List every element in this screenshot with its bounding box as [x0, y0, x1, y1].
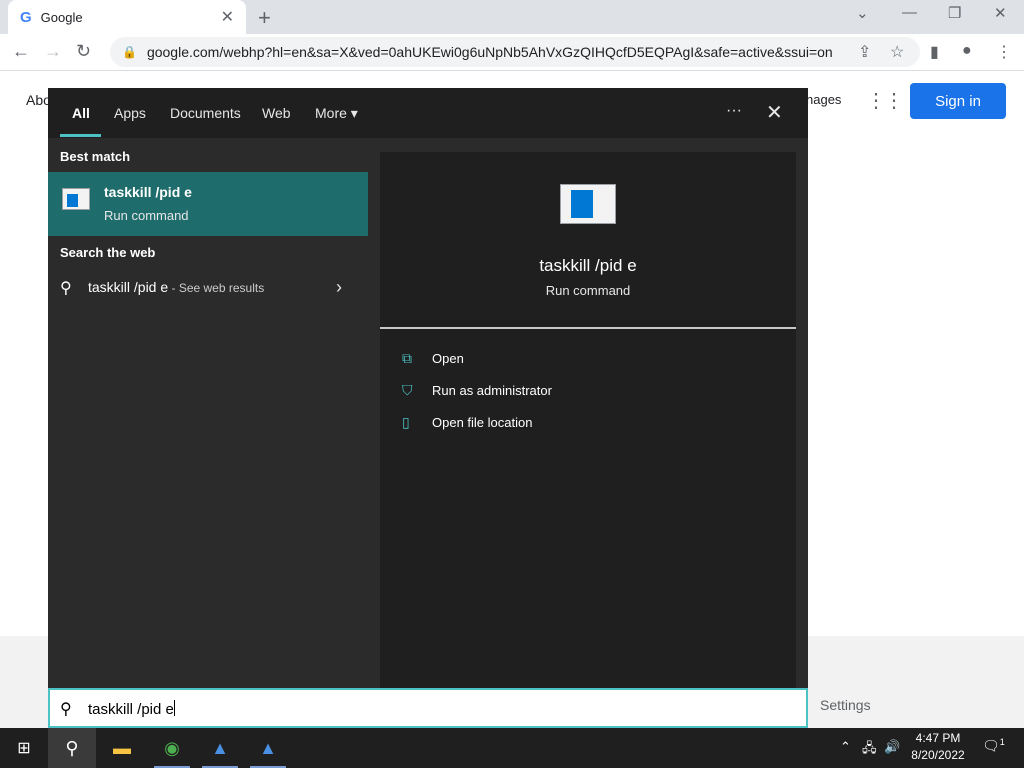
browser-toolbar: ← → ↻ 🔒 google.com/webhp?hl=en&sa=X&ved=…: [0, 34, 1024, 71]
open-icon: ⧉: [402, 349, 412, 366]
windows-logo-icon: ⊞: [17, 740, 31, 757]
reload-icon[interactable]: ↻: [76, 41, 91, 62]
chevron-right-icon[interactable]: ›: [336, 277, 342, 298]
url-text[interactable]: google.com/webhp?hl=en&sa=X&ved=0ahUKEwi…: [147, 44, 833, 60]
side-panel-icon[interactable]: ▮: [930, 42, 939, 62]
results-list: Best match taskkill /pid e Run command S…: [48, 138, 368, 728]
app-button-1[interactable]: ▲: [196, 728, 244, 768]
chrome-button[interactable]: ◉: [148, 728, 196, 768]
search-filter-bar: All Apps Documents Web More ▾ ··· ✕: [48, 88, 808, 138]
notification-center-icon[interactable]: 🗨1: [982, 737, 1005, 755]
action-run-as-admin[interactable]: ⛉ Run as administrator: [402, 378, 552, 402]
forward-arrow-icon[interactable]: →: [44, 41, 62, 62]
new-tab-button[interactable]: +: [258, 5, 271, 31]
run-command-large-icon: [560, 184, 616, 224]
sailboat-app-icon: ▲: [211, 737, 229, 758]
tab-more-label: More: [315, 105, 347, 121]
active-tab-indicator: [60, 134, 101, 137]
best-match-heading: Best match: [60, 149, 131, 164]
search-input-text[interactable]: taskkill /pid e: [88, 700, 175, 718]
action-open-label: Open: [432, 350, 464, 366]
best-match-subtitle: Run command: [104, 208, 189, 223]
detail-title: taskkill /pid e: [539, 256, 637, 275]
restore-icon[interactable]: ❐: [948, 4, 961, 22]
web-result-item[interactable]: ⚲ taskkill /pid e - See web results ›: [48, 272, 368, 304]
shield-icon: ⛉: [402, 381, 413, 398]
close-window-icon[interactable]: ✕: [994, 4, 1007, 22]
search-button[interactable]: ⚲: [48, 728, 96, 768]
best-match-title: taskkill /pid e: [104, 184, 192, 200]
tab-documents[interactable]: Documents: [170, 105, 241, 121]
menu-kebab-icon[interactable]: ⋮: [996, 42, 1012, 62]
address-bar[interactable]: 🔒 google.com/webhp?hl=en&sa=X&ved=0ahUKE…: [110, 37, 920, 67]
chevron-up-icon[interactable]: ⌃: [840, 739, 851, 755]
system-clock[interactable]: 4:47 PM 8/20/2022: [900, 731, 976, 762]
clock-date: 8/20/2022: [911, 748, 965, 762]
volume-icon[interactable]: 🔊: [884, 739, 900, 755]
search-icon: ⚲: [60, 280, 72, 297]
chevron-down-icon: ▾: [350, 105, 358, 121]
lock-icon[interactable]: 🔒: [122, 45, 137, 59]
clock-time: 4:47 PM: [915, 731, 961, 745]
tab-web[interactable]: Web: [262, 105, 291, 121]
taskbar: ⊞ ⚲ ▬ ◉ ▲ ▲ ⌃ 🖧 🔊 4:47 PM 8/20/2022 🗨1: [0, 728, 1024, 768]
divider: [380, 327, 796, 329]
file-location-icon: ▯: [402, 413, 410, 430]
app-button-2[interactable]: ▲: [244, 728, 292, 768]
web-hint: - See web results: [168, 281, 265, 295]
browser-tab-google[interactable]: G Google ✕: [8, 0, 246, 34]
profile-avatar-icon[interactable]: ●: [962, 42, 972, 60]
action-open[interactable]: ⧉ Open: [402, 346, 464, 370]
minimize-icon[interactable]: —: [902, 4, 917, 21]
tab-search-chevron-icon[interactable]: ⌄: [856, 4, 869, 22]
sailboat-app-icon: ▲: [259, 737, 277, 758]
search-web-heading: Search the web: [60, 245, 156, 260]
footer-settings-link[interactable]: Settings: [820, 697, 871, 713]
detail-subtitle: Run command: [545, 283, 631, 298]
web-result-text: taskkill /pid e - See web results: [88, 279, 264, 295]
tab-all[interactable]: All: [72, 105, 90, 121]
bookmark-star-icon[interactable]: ☆: [890, 42, 904, 62]
share-icon[interactable]: ⇪: [858, 42, 871, 62]
action-run-as-admin-label: Run as administrator: [432, 382, 552, 398]
result-detail-pane: taskkill /pid e Run command ⧉ Open ⛉ Run…: [380, 152, 796, 728]
tab-more[interactable]: More ▾: [315, 105, 358, 122]
best-match-item[interactable]: taskkill /pid e Run command: [48, 172, 368, 236]
start-button[interactable]: ⊞: [0, 728, 48, 768]
action-open-file-location[interactable]: ▯ Open file location: [402, 410, 532, 434]
windows-search-panel: All Apps Documents Web More ▾ ··· ✕ Best…: [48, 88, 808, 728]
more-options-icon[interactable]: ···: [726, 102, 742, 120]
chrome-icon: ◉: [164, 737, 180, 758]
search-icon: ⚲: [60, 701, 72, 718]
images-link[interactable]: nages: [806, 92, 841, 107]
sign-in-button[interactable]: Sign in: [910, 83, 1006, 119]
browser-tab-bar: G Google ✕ + ⌄ — ❐ ✕: [0, 0, 1024, 34]
search-input-value: taskkill /pid e: [88, 701, 174, 718]
back-arrow-icon[interactable]: ←: [12, 41, 30, 62]
tab-close-icon[interactable]: ✕: [221, 7, 234, 27]
folder-icon: ▬: [113, 737, 131, 758]
file-explorer-button[interactable]: ▬: [98, 728, 146, 768]
network-icon[interactable]: 🖧: [862, 739, 877, 761]
action-open-file-location-label: Open file location: [432, 414, 533, 430]
web-query: taskkill /pid e: [88, 279, 169, 295]
close-icon[interactable]: ✕: [766, 100, 783, 125]
search-input[interactable]: ⚲ taskkill /pid e: [48, 688, 808, 728]
tab-title: Google: [40, 9, 83, 25]
text-caret: [173, 700, 175, 716]
google-logo-icon: G: [20, 8, 32, 26]
run-command-icon: [62, 188, 90, 210]
tab-apps[interactable]: Apps: [114, 105, 146, 121]
notification-count: 1: [999, 737, 1005, 747]
search-icon: ⚲: [65, 737, 79, 758]
